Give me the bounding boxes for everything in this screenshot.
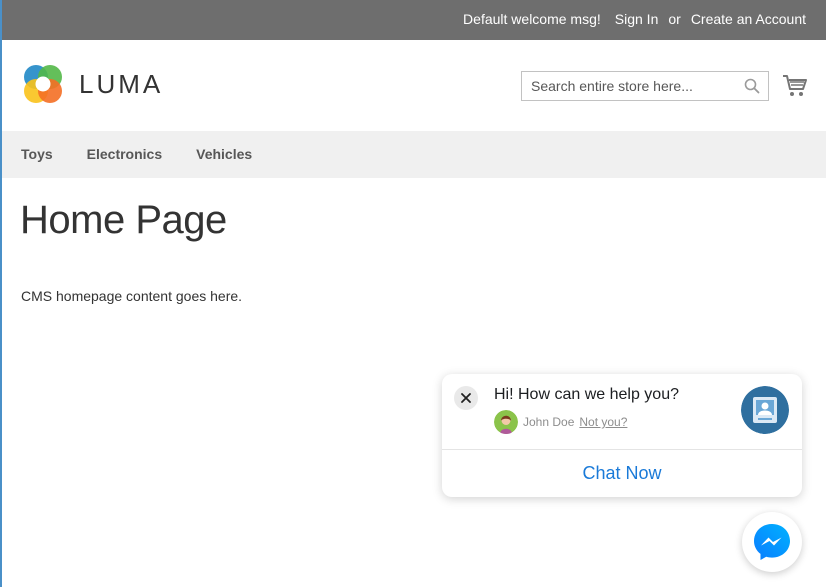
welcome-message: Default welcome msg!: [463, 11, 601, 27]
chat-now-button[interactable]: Chat Now: [442, 450, 802, 497]
not-you-link[interactable]: Not you?: [579, 415, 627, 429]
chat-user: John Doe Not you?: [494, 410, 627, 434]
nav-item-toys[interactable]: Toys: [21, 131, 53, 178]
nav-item-vehicles[interactable]: Vehicles: [196, 131, 252, 178]
sign-in-link[interactable]: Sign In: [615, 11, 659, 27]
chat-widget: Hi! How can we help you? John Doe Not yo…: [442, 374, 802, 497]
user-avatar-icon: [494, 410, 518, 434]
or-separator: or: [668, 11, 681, 27]
page-title: Home Page: [20, 198, 227, 242]
agent-avatar-icon: [741, 386, 789, 434]
site-header: LUMA: [2, 40, 826, 131]
search-box: [521, 71, 769, 101]
close-chat-button[interactable]: [454, 386, 478, 410]
top-bar: Default welcome msg! Sign In or Create a…: [2, 0, 826, 40]
nav-item-electronics[interactable]: Electronics: [87, 131, 162, 178]
logo-text: LUMA: [79, 68, 164, 99]
messenger-icon: [754, 524, 790, 560]
main-navigation: Toys Electronics Vehicles: [2, 131, 826, 178]
messenger-button[interactable]: [742, 512, 802, 572]
store-logo[interactable]: LUMA: [21, 62, 163, 106]
create-account-link[interactable]: Create an Account: [691, 11, 806, 27]
search-input[interactable]: [522, 72, 736, 100]
chat-user-name: John Doe: [523, 415, 575, 429]
header-links: Default welcome msg! Sign In or Create a…: [463, 11, 806, 27]
cms-content: CMS homepage content goes here.: [21, 288, 243, 304]
chat-greeting: Hi! How can we help you?: [494, 386, 679, 403]
luma-logo-icon: [24, 65, 62, 103]
search-icon[interactable]: [744, 78, 760, 94]
close-icon: [461, 393, 471, 403]
cart-icon[interactable]: [782, 74, 808, 98]
